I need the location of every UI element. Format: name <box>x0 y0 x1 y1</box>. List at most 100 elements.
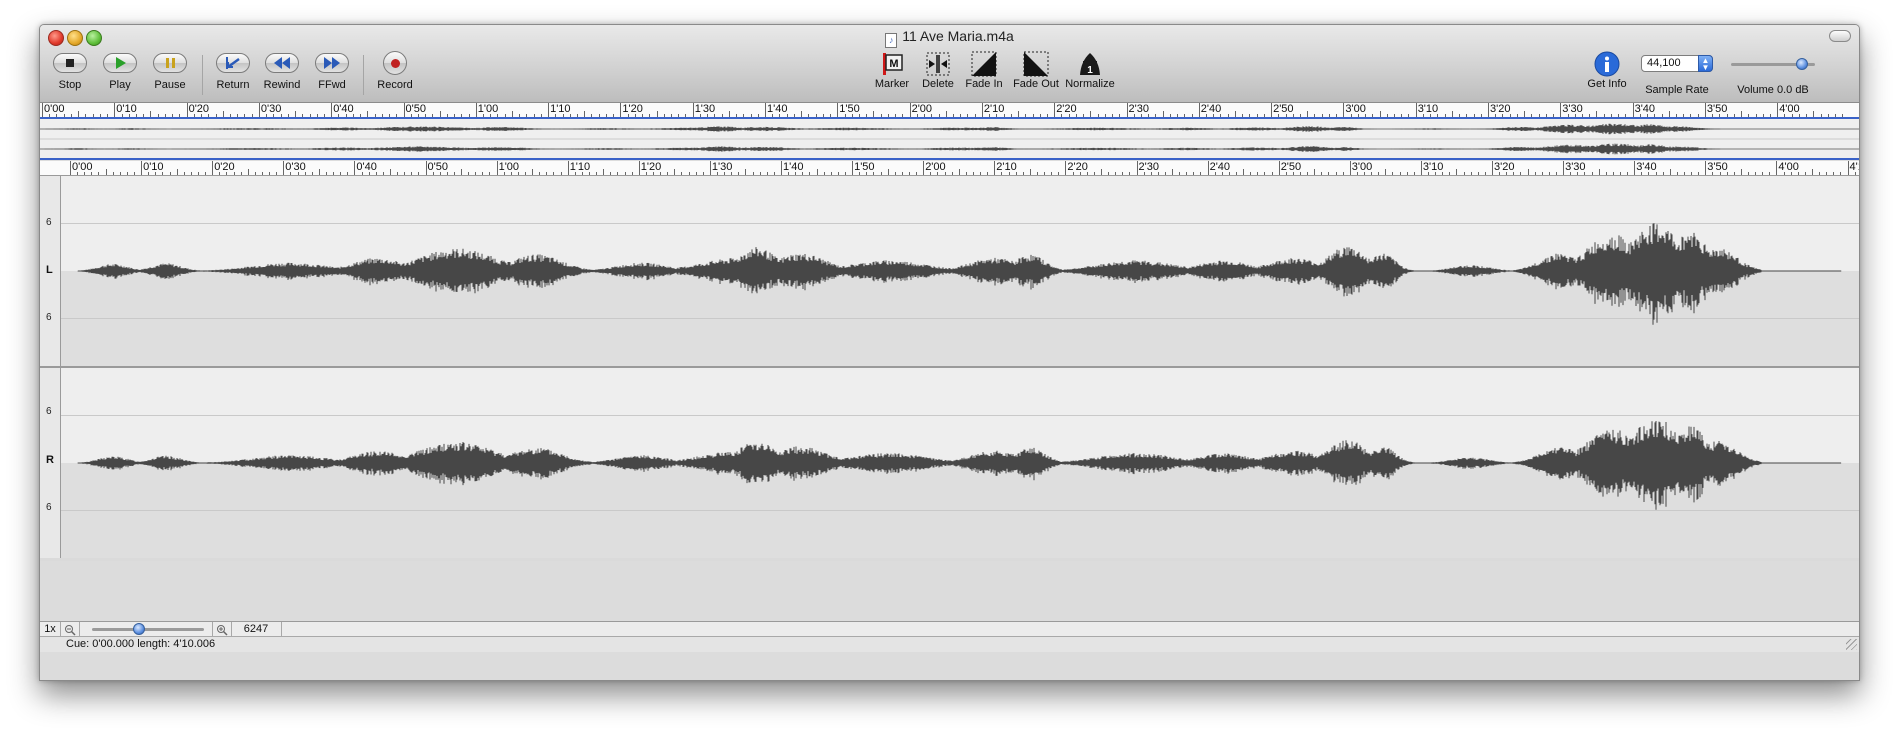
ruler-tick <box>489 172 491 175</box>
ruler-tick <box>972 172 974 175</box>
ruler-tick <box>1186 172 1188 175</box>
ruler-tick <box>1207 161 1209 175</box>
ruler-time-label: 2'30 <box>1128 103 1149 115</box>
audio-editor-window: ♪ 11 Ave Maria.m4a Stop Play Pause Return… <box>39 24 1860 681</box>
ruler-time-label: 4'00 <box>1778 161 1799 173</box>
ruler-tick <box>589 172 591 175</box>
channel-left[interactable]: 6 L 6 <box>40 176 1859 366</box>
ruler-tick <box>1015 172 1017 175</box>
ruler-tick <box>114 103 116 117</box>
ruler-tick <box>354 161 356 175</box>
zoom-slider-knob[interactable] <box>133 623 146 635</box>
ruler-tick <box>1627 172 1629 175</box>
ruler-tick <box>1335 172 1337 175</box>
ruler-tick <box>525 172 527 175</box>
ruler-tick <box>759 172 761 175</box>
fade-out-button[interactable]: Fade Out <box>1006 51 1066 90</box>
channel-right[interactable]: 6 R 6 <box>40 368 1859 558</box>
zoom-factor[interactable]: 1x <box>40 622 61 637</box>
fade-out-icon <box>1023 51 1049 77</box>
ruler-tick <box>1179 172 1181 175</box>
ruler-tick <box>425 161 427 175</box>
ruler-tick <box>1762 172 1764 175</box>
overview-waveform[interactable] <box>40 117 1859 160</box>
ruler-tick <box>1833 172 1835 175</box>
ruler-tick <box>1406 172 1408 175</box>
pause-button[interactable]: Pause <box>146 53 194 91</box>
normalize-button[interactable]: 1 Normalize <box>1060 51 1120 90</box>
ruler-tick <box>247 169 249 175</box>
main-time-ruler[interactable]: 0'00 0'10 0'20 0'30 0'40 0'50 1'00 1'10 1'20 1'30… <box>40 161 1859 176</box>
ruler-tick <box>304 172 306 175</box>
ruler-tick <box>1747 172 1749 175</box>
ruler-tick <box>1378 172 1380 175</box>
sample-rate-select[interactable]: 44,100 ▲ ▼ <box>1641 55 1713 72</box>
ruler-time-label: 3'30 <box>1565 161 1586 173</box>
ruler-time-label: 1'10 <box>550 103 571 115</box>
ruler-time-label: 3'50 <box>1706 103 1728 115</box>
record-button[interactable]: Record <box>371 51 419 91</box>
zoom-in-icon[interactable] <box>212 622 232 637</box>
ruler-tick <box>169 172 171 175</box>
return-button[interactable]: Return <box>209 53 257 91</box>
ruler-tick <box>1463 172 1465 175</box>
sample-rate-stepper-icon[interactable]: ▲ ▼ <box>1698 55 1713 72</box>
ruler-tick <box>1342 172 1344 175</box>
ruler-tick <box>1499 172 1501 175</box>
ruler-tick <box>887 169 889 175</box>
zoom-value[interactable]: 6247 <box>231 622 282 637</box>
ruler-tick <box>1079 172 1081 175</box>
ruler-tick <box>475 103 477 117</box>
ruler-tick <box>468 172 470 175</box>
fade-in-button[interactable]: Fade In <box>954 51 1014 90</box>
ruler-time-label: 2'10 <box>996 161 1017 173</box>
ruler-tick <box>937 172 939 175</box>
zoom-out-icon[interactable] <box>61 622 80 637</box>
ruler-tick <box>1435 172 1437 175</box>
ruler-tick <box>1292 172 1294 175</box>
fast-forward-button[interactable]: FFwd <box>308 53 356 91</box>
resize-grip-icon[interactable] <box>1846 639 1857 650</box>
stop-button[interactable]: Stop <box>46 53 94 91</box>
ruler-time-label: 3'00 <box>1351 161 1373 173</box>
zoom-slider[interactable] <box>80 622 205 637</box>
ruler-tick <box>77 172 79 175</box>
play-button[interactable]: Play <box>96 53 144 91</box>
ruler-tick <box>717 172 718 175</box>
ruler-tick <box>1328 172 1330 175</box>
ruler-tick <box>1641 172 1643 175</box>
waveform-editor[interactable]: 6 L 6 6 R 6 <box>40 176 1859 561</box>
ruler-tick <box>510 172 512 175</box>
ruler-tick <box>176 169 178 175</box>
ruler-tick <box>133 172 135 175</box>
get-info-button[interactable]: Get Info <box>1577 51 1637 90</box>
ruler-tick <box>1001 172 1003 175</box>
ruler-tick <box>297 172 299 175</box>
overview-time-ruler[interactable]: 0'00 0'10 0'20 0'30 0'40 0'50 1'00 1'10 1'20 1'30… <box>40 103 1859 118</box>
ruler-tick <box>1257 172 1259 175</box>
ruler-tick <box>1136 161 1138 175</box>
ruler-tick <box>880 172 882 175</box>
ruler-tick <box>1250 172 1252 175</box>
ruler-tick <box>1769 172 1771 175</box>
ruler-tick <box>411 172 413 175</box>
ruler-tick <box>1591 172 1593 175</box>
ruler-tick <box>1520 172 1522 175</box>
ruler-tick <box>638 161 640 175</box>
ruler-tick <box>1392 172 1394 175</box>
ruler-tick <box>1200 172 1202 175</box>
ruler-tick <box>802 172 804 175</box>
rewind-button[interactable]: Rewind <box>258 53 306 91</box>
ruler-tick <box>1819 172 1821 175</box>
ruler-tick <box>212 161 214 175</box>
ruler-tick <box>596 172 598 175</box>
ruler-time-label: 2'50 <box>1280 161 1302 173</box>
ruler-tick <box>752 172 754 175</box>
ruler-time-label: 2'10 <box>983 103 1005 115</box>
ruler-tick <box>1705 161 1707 175</box>
volume-slider-knob[interactable] <box>1796 58 1809 70</box>
ruler-tick <box>1555 172 1557 175</box>
volume-slider[interactable] <box>1731 58 1815 70</box>
ruler-tick <box>688 172 690 175</box>
ruler-tick <box>980 172 982 175</box>
